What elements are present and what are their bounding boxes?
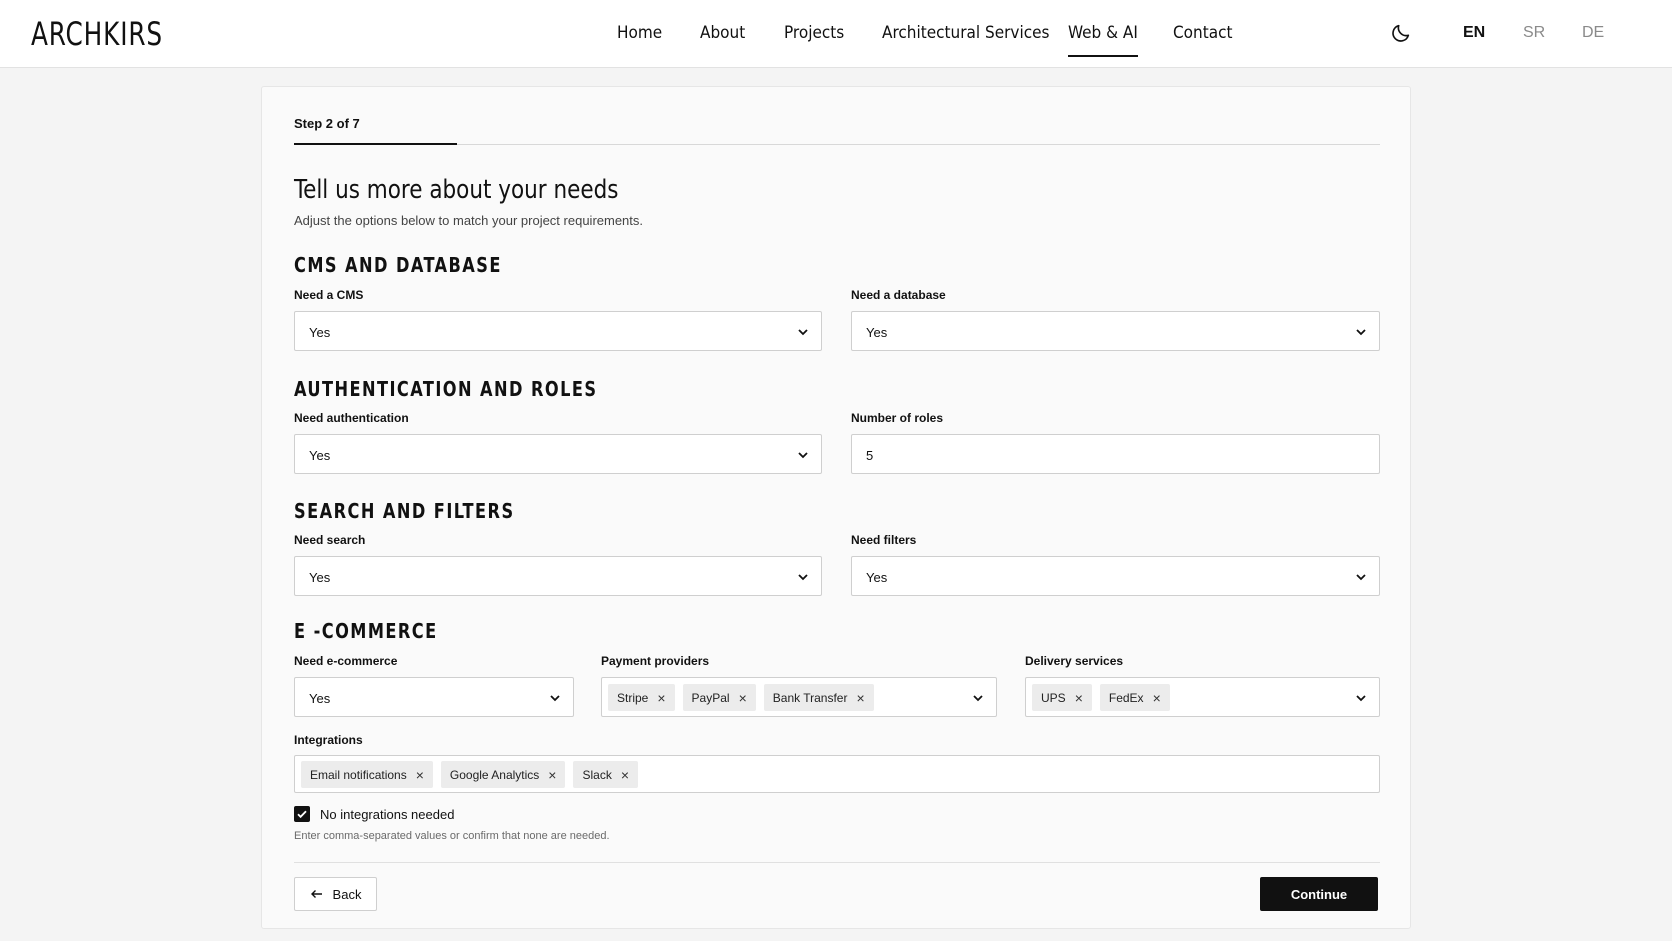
chip-stripe: Stripe × [608, 684, 675, 711]
chip-bank-transfer: Bank Transfer × [763, 684, 874, 711]
page-subtitle: Adjust the options below to match your p… [294, 213, 644, 228]
back-label: Back [332, 886, 362, 902]
integrations-tag-input[interactable]: Email notifications × Google Analytics × S… [294, 755, 1380, 793]
need-database-value: Yes [866, 325, 888, 340]
need-filters-value: Yes [866, 570, 888, 585]
delivery-services-multiselect[interactable]: UPS × FedEx × [1025, 677, 1380, 717]
step-indicator: Step 2 of 7 [294, 116, 360, 131]
chip-email-notifications: Email notifications × [301, 761, 433, 788]
need-ecommerce-select[interactable]: Yes [294, 677, 574, 717]
need-search-select[interactable]: Yes [294, 556, 822, 596]
chip-label: FedEx [1108, 690, 1144, 705]
need-cms-label: Need a CMS [294, 288, 364, 302]
remove-chip-icon[interactable]: × [548, 768, 556, 782]
logo[interactable]: ARCHKIRS [31, 15, 163, 53]
remove-chip-icon[interactable]: × [1153, 691, 1161, 705]
lang-sr[interactable]: SR [1523, 24, 1545, 42]
need-auth-select[interactable]: Yes [294, 434, 822, 474]
chevron-down-icon [550, 695, 560, 702]
chip-ups: UPS × [1032, 684, 1092, 711]
checkmark-icon [297, 810, 307, 819]
need-auth-label: Need authentication [294, 411, 409, 425]
roles-input[interactable]: 5 [851, 434, 1380, 474]
payment-providers-multiselect[interactable]: Stripe × PayPal × Bank Transfer × [601, 677, 997, 717]
nav-architectural-services[interactable]: Architectural Services [882, 23, 1050, 43]
section-heading-ecommerce: E -COMMERCE [294, 619, 438, 643]
need-filters-label: Need filters [851, 533, 917, 547]
chevron-down-icon [1356, 574, 1366, 581]
remove-chip-icon[interactable]: × [621, 768, 629, 782]
remove-chip-icon[interactable]: × [416, 768, 424, 782]
remove-chip-icon[interactable]: × [739, 691, 747, 705]
need-cms-select[interactable]: Yes [294, 311, 822, 351]
chip-label: Stripe [617, 690, 649, 705]
remove-chip-icon[interactable]: × [657, 691, 665, 705]
need-ecommerce-value: Yes [309, 691, 331, 706]
roles-label: Number of roles [851, 411, 944, 425]
need-search-value: Yes [309, 570, 331, 585]
chevron-down-icon [973, 695, 983, 702]
form-card: Step 2 of 7 Tell us more about your need… [261, 86, 1411, 929]
chip-label: Slack [582, 767, 612, 782]
moon-icon[interactable] [1390, 22, 1412, 44]
section-heading-auth: AUTHENTICATION AND ROLES [294, 377, 598, 401]
chip-fedex: FedEx × [1099, 684, 1170, 711]
no-integrations-checkbox[interactable] [294, 806, 310, 822]
need-auth-value: Yes [309, 448, 331, 463]
back-button[interactable]: Back [294, 877, 377, 911]
remove-chip-icon[interactable]: × [856, 691, 864, 705]
chip-label: PayPal [691, 690, 730, 705]
no-integrations-label[interactable]: No integrations needed [320, 807, 454, 822]
chip-label: UPS [1041, 690, 1066, 705]
page-title: Tell us more about your needs [294, 175, 619, 205]
chevron-down-icon [1356, 695, 1366, 702]
need-filters-select[interactable]: Yes [851, 556, 1380, 596]
need-search-label: Need search [294, 533, 366, 547]
nav-home[interactable]: Home [617, 23, 662, 43]
progress-fill [294, 143, 457, 145]
integrations-hint: Enter comma-separated values or confirm … [294, 830, 610, 842]
chip-label: Google Analytics [449, 767, 540, 782]
nav-projects[interactable]: Projects [784, 23, 844, 43]
integrations-label: Integrations [294, 733, 363, 747]
continue-button[interactable]: Continue [1260, 877, 1378, 911]
lang-de[interactable]: DE [1582, 24, 1604, 42]
section-heading-search: SEARCH AND FILTERS [294, 499, 515, 523]
need-database-label: Need a database [851, 288, 946, 302]
chip-google-analytics: Google Analytics × [440, 761, 566, 788]
chip-slack: Slack × [573, 761, 639, 788]
remove-chip-icon[interactable]: × [1075, 691, 1083, 705]
delivery-services-label: Delivery services [1025, 654, 1124, 668]
chevron-down-icon [798, 329, 808, 336]
arrow-left-icon [310, 890, 322, 898]
need-database-select[interactable]: Yes [851, 311, 1380, 351]
chip-label: Email notifications [310, 767, 407, 782]
chip-label: Bank Transfer [772, 690, 848, 705]
lang-en[interactable]: EN [1463, 24, 1485, 42]
nav-contact[interactable]: Contact [1173, 23, 1233, 43]
roles-value: 5 [866, 448, 874, 463]
chevron-down-icon [1356, 329, 1366, 336]
section-heading-cms: CMS AND DATABASE [294, 253, 502, 277]
divider [294, 862, 1380, 863]
nav-web-ai[interactable]: Web & AI [1068, 23, 1138, 57]
need-ecommerce-label: Need e-commerce [294, 654, 398, 668]
chevron-down-icon [798, 452, 808, 459]
chevron-down-icon [798, 574, 808, 581]
need-cms-value: Yes [309, 325, 331, 340]
payment-providers-label: Payment providers [601, 654, 710, 668]
nav-about[interactable]: About [700, 23, 745, 43]
chip-paypal: PayPal × [682, 684, 756, 711]
site-header: ARCHKIRS Home About Projects Architectur… [0, 0, 1672, 68]
